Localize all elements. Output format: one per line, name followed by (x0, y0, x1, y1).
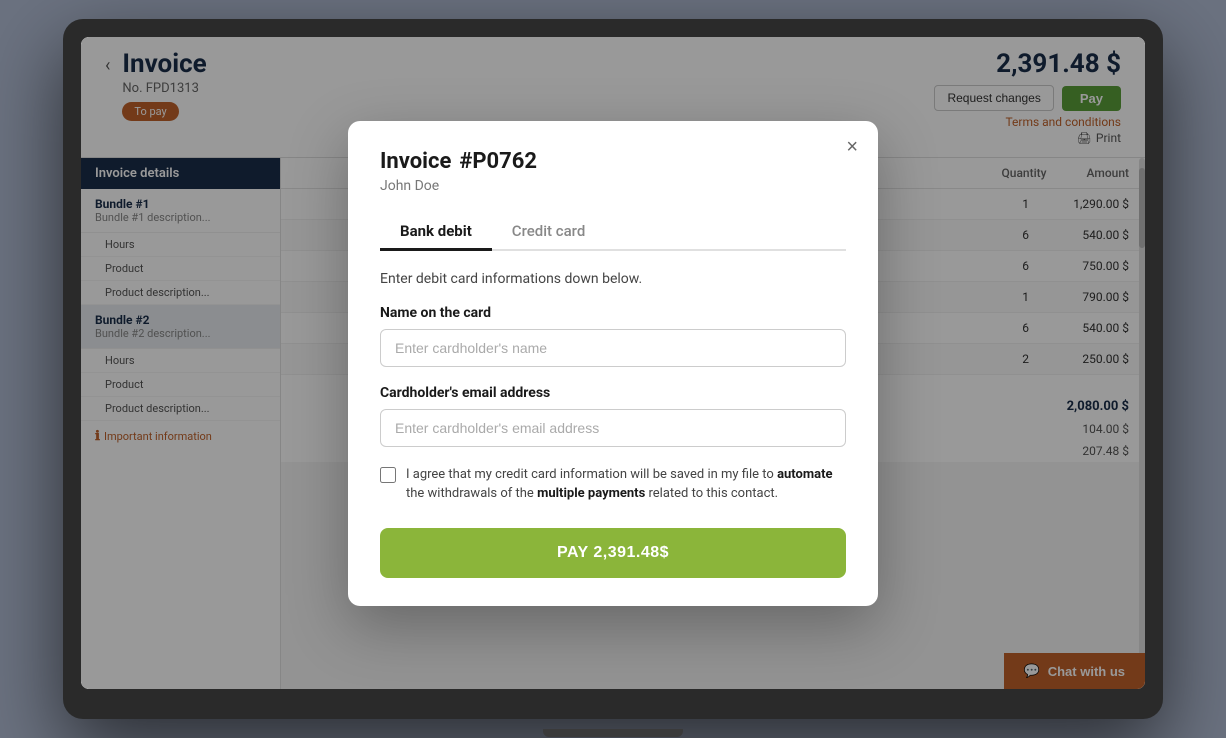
modal-invoice-number: #P0762 (459, 149, 537, 174)
modal-customer-name: John Doe (380, 178, 846, 194)
card-email-label: Cardholder's email address (380, 385, 846, 401)
modal-title: Invoice (380, 149, 451, 174)
card-email-input[interactable] (380, 409, 846, 447)
tab-credit-card[interactable]: Credit card (492, 214, 606, 251)
consent-checkbox[interactable] (380, 467, 396, 483)
card-name-input[interactable] (380, 329, 846, 367)
card-name-label: Name on the card (380, 305, 846, 321)
modal-overlay[interactable]: × Invoice #P0762 John Doe Bank debit Cre… (81, 37, 1145, 689)
pay-submit-button[interactable]: PAY 2,391.48$ (380, 528, 846, 578)
consent-text: I agree that my credit card information … (406, 465, 846, 504)
modal-dialog: × Invoice #P0762 John Doe Bank debit Cre… (348, 121, 878, 606)
modal-close-button[interactable]: × (846, 137, 858, 157)
modal-description: Enter debit card informations down below… (380, 271, 846, 287)
consent-area: I agree that my credit card information … (380, 465, 846, 504)
tab-bank-debit[interactable]: Bank debit (380, 214, 492, 251)
modal-tabs: Bank debit Credit card (380, 214, 846, 251)
